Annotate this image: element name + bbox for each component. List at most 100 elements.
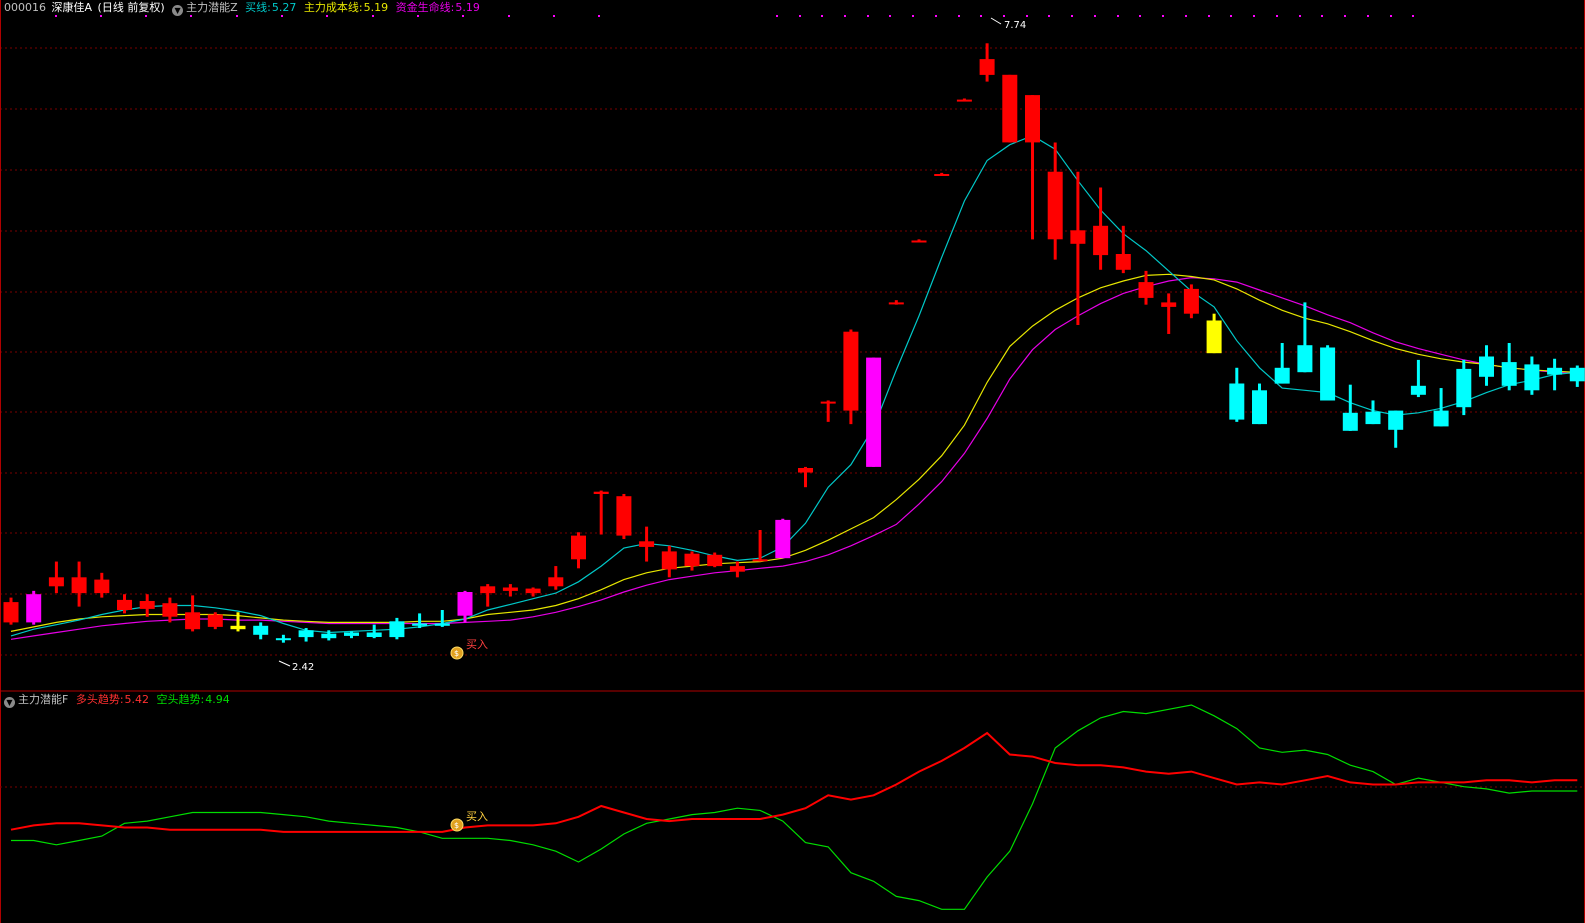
candle-body [26, 594, 42, 623]
sub-lines-group [10, 704, 1578, 910]
candle[interactable] [1183, 284, 1199, 319]
candle[interactable] [661, 545, 677, 578]
chevron-down-icon[interactable]: ▼ [172, 5, 184, 16]
candle[interactable] [548, 566, 564, 590]
candle[interactable] [729, 561, 745, 578]
candle[interactable] [911, 239, 927, 243]
top-marker-dot [1117, 15, 1119, 17]
candle[interactable] [26, 590, 42, 625]
candle[interactable] [298, 628, 314, 642]
buy-signal-marker[interactable]: $ 买入 [450, 638, 488, 660]
candle[interactable] [344, 631, 359, 639]
main-indicator-name[interactable]: 主力潜能Z [186, 1, 238, 14]
candle[interactable] [616, 493, 632, 540]
candle[interactable] [48, 561, 64, 594]
candle[interactable] [684, 551, 700, 571]
candle[interactable] [1388, 410, 1404, 448]
bull-trend-value: 5.42 [124, 693, 150, 706]
candle[interactable] [593, 490, 609, 535]
candle[interactable] [1070, 171, 1086, 325]
candle[interactable] [752, 530, 768, 562]
top-marker-dot [1390, 15, 1392, 17]
candle[interactable] [1342, 384, 1358, 431]
top-marker-dot [1344, 15, 1346, 17]
candle-body [888, 302, 904, 305]
candle[interactable] [207, 612, 223, 630]
candle-body [1456, 368, 1472, 408]
candle[interactable] [1456, 359, 1472, 416]
candle[interactable] [1206, 313, 1222, 354]
candle[interactable] [866, 357, 882, 467]
candle-body [298, 630, 314, 638]
candle-body [661, 551, 677, 570]
candle[interactable] [1138, 270, 1154, 305]
candle-body [253, 625, 269, 635]
candle-body [911, 240, 927, 243]
candle[interactable] [1093, 187, 1109, 270]
stock-name[interactable]: 深康佳A [52, 1, 93, 14]
candle[interactable] [275, 634, 291, 643]
candle[interactable] [1547, 358, 1563, 391]
candle[interactable] [185, 595, 201, 632]
candle[interactable] [1252, 383, 1267, 425]
candle[interactable] [71, 561, 87, 607]
candle[interactable] [571, 532, 586, 569]
candle[interactable] [1161, 293, 1177, 334]
candle[interactable] [1047, 142, 1063, 260]
candle[interactable] [956, 98, 972, 102]
candle-body [1479, 356, 1494, 377]
candle-body [185, 612, 201, 630]
candle[interactable] [843, 329, 859, 425]
candle[interactable] [888, 300, 904, 305]
candle[interactable] [1365, 400, 1381, 425]
candle[interactable] [1274, 342, 1290, 384]
chevron-down-icon[interactable]: ▼ [4, 697, 15, 708]
candle[interactable] [979, 43, 995, 82]
candle[interactable] [389, 617, 405, 640]
candle[interactable] [820, 400, 836, 422]
candle-body [1274, 367, 1290, 384]
cost-line-label: 主力成本线: [303, 1, 363, 14]
candle[interactable] [480, 584, 496, 607]
candle[interactable] [1479, 345, 1494, 386]
candle-body [162, 603, 178, 617]
candle[interactable] [1002, 74, 1018, 143]
candle-body [94, 579, 110, 594]
life-line-group [10, 276, 1578, 640]
candle[interactable] [798, 466, 813, 488]
top-marker-dot [912, 15, 914, 17]
candle[interactable] [162, 597, 178, 623]
candle[interactable] [525, 587, 541, 597]
candle[interactable] [3, 597, 19, 625]
candle[interactable] [434, 610, 450, 627]
candle[interactable] [1569, 365, 1585, 387]
candle[interactable] [253, 622, 269, 640]
candle-body [1365, 411, 1381, 425]
candle[interactable] [366, 624, 382, 639]
candle[interactable] [1229, 367, 1245, 422]
candle[interactable] [1115, 225, 1131, 274]
candle[interactable] [1320, 345, 1336, 401]
chart-period[interactable]: (日线 前复权) [98, 1, 165, 14]
stock-code[interactable]: 000016 [4, 1, 46, 14]
candle[interactable] [502, 584, 518, 597]
top-marker-dot [844, 15, 846, 17]
sub-indicator-name[interactable]: 主力潜能F [18, 693, 68, 706]
candle[interactable] [1410, 359, 1426, 398]
candle[interactable] [1501, 342, 1517, 391]
candle-body [956, 99, 972, 102]
candle[interactable] [139, 594, 155, 617]
candles-group [3, 43, 1585, 643]
candle[interactable] [775, 518, 791, 559]
candle[interactable] [934, 172, 950, 176]
top-marker-dot [1071, 15, 1073, 17]
candle-body [275, 638, 291, 641]
candle-body [1070, 230, 1086, 244]
candle[interactable] [639, 526, 655, 562]
candle[interactable] [1524, 356, 1540, 395]
candle[interactable] [1025, 95, 1040, 240]
candle-body [1524, 364, 1540, 391]
top-marker-dot [1253, 15, 1255, 17]
candle-body [525, 588, 541, 594]
candle[interactable] [1297, 302, 1313, 373]
